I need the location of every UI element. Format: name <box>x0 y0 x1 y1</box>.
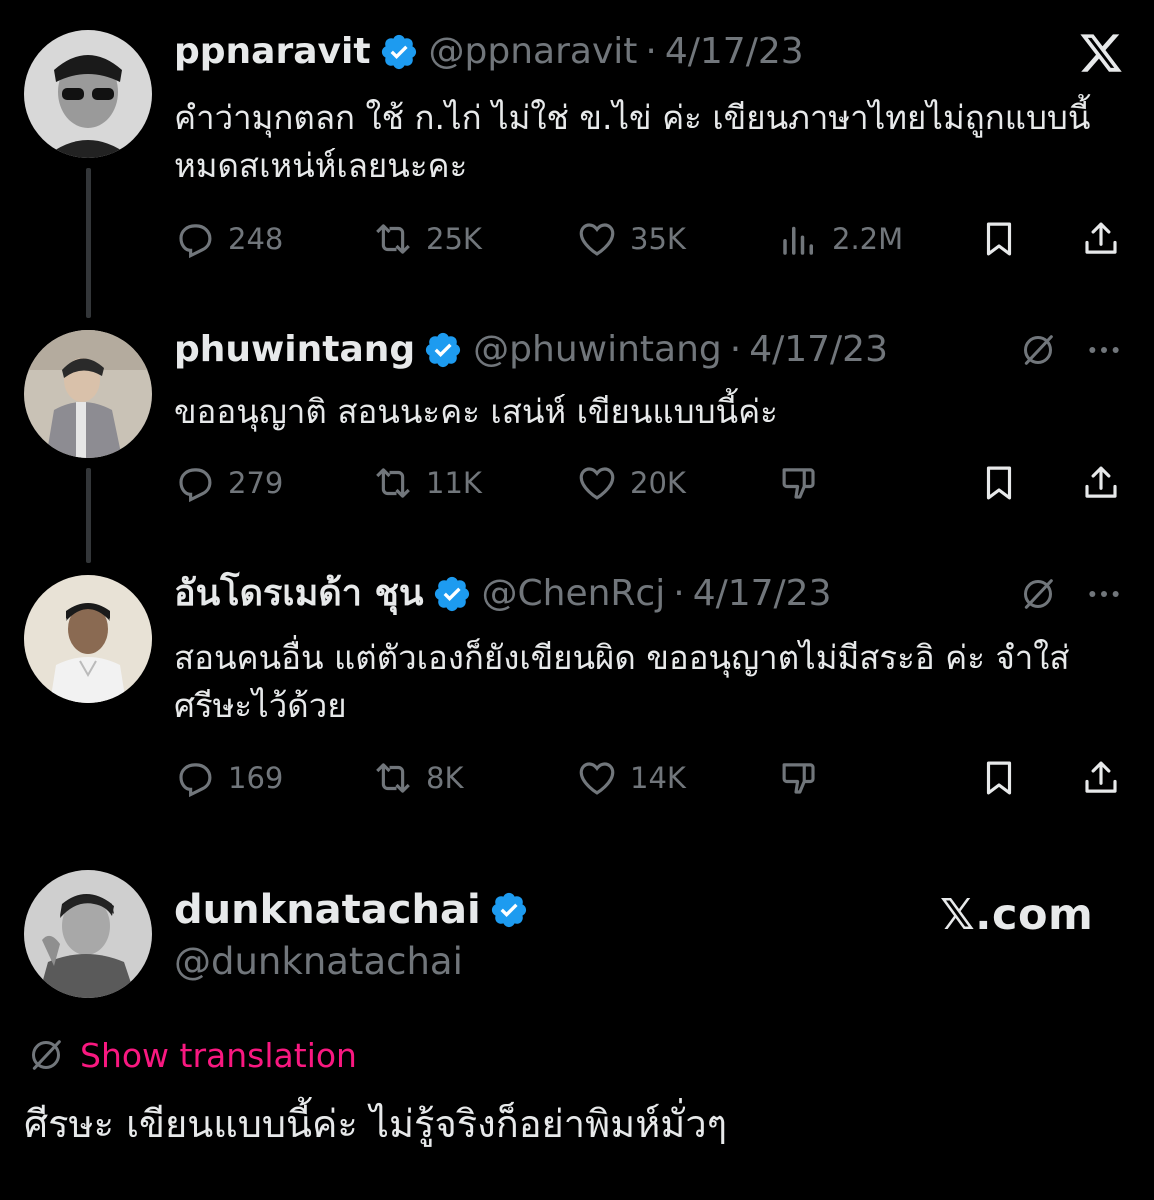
like-count: 14K <box>630 761 686 795</box>
repost-count: 25K <box>426 222 482 256</box>
tweet-header: อันโดรเมด้า ชุน @ChenRcj · 4/17/23 <box>174 572 831 616</box>
show-translation-button[interactable]: Show translation <box>26 1035 357 1075</box>
more-icon[interactable] <box>1084 330 1124 370</box>
tweet-actions: 169 8K 14K <box>174 754 1124 802</box>
avatar[interactable] <box>24 575 152 703</box>
repost-icon <box>376 763 410 793</box>
globe-icon <box>32 1040 61 1070</box>
repost-button[interactable]: 8K <box>372 754 463 802</box>
tweet-actions: 279 11K 20K <box>174 459 1124 507</box>
x-com-watermark: 𝕏.com <box>940 890 1094 940</box>
avatar-photo <box>24 870 152 998</box>
tweet-header: ppnaravit @ppnaravit · 4/17/23 <box>174 30 804 74</box>
share-icon <box>1085 222 1117 254</box>
separator: · <box>645 31 657 72</box>
tweet-text: คำว่ามุกตลก ใช้ ก.ไก่ ไม่ใช่ ข.ไข่ ค่ะ เ… <box>174 98 1091 185</box>
separator: · <box>673 573 685 614</box>
tweet-menu <box>1018 330 1124 370</box>
main-tweet-header: dunknatachai <box>174 887 539 933</box>
reply-count: 169 <box>228 761 284 795</box>
bookmark-icon <box>986 761 1012 795</box>
dislike-icon <box>782 468 815 499</box>
like-icon <box>579 467 615 500</box>
thread-line <box>86 168 91 318</box>
tweet-text: สอนคนอื่น แต่ตัวเองก็ยังเขียนผิด ขออนุญา… <box>174 638 1070 725</box>
reply-icon <box>179 224 212 259</box>
avatar[interactable] <box>24 30 152 158</box>
grok-icon[interactable] <box>1018 330 1058 370</box>
reply-button[interactable]: 279 <box>174 459 283 507</box>
share-button[interactable] <box>1080 754 1122 802</box>
tweet-text: ขออนุญาติ สอนนะคะ เสน่ห์ เขียนแบบนี้ค่ะ <box>174 392 778 431</box>
tweet-header: phuwintang @phuwintang · 4/17/23 <box>174 328 888 372</box>
handle[interactable]: @ppnaravit <box>429 30 638 74</box>
avatar-photo <box>24 30 152 158</box>
grok-icon[interactable] <box>1018 574 1058 614</box>
tweet-menu <box>1018 574 1124 614</box>
verified-icon <box>381 34 416 70</box>
thread-line <box>86 468 91 563</box>
timestamp[interactable]: 4/17/23 <box>665 30 804 74</box>
main-tweet-text: ศีรษะ เขียนแบบนี้ค่ะ ไม่รู้จริงก็อย่าพิม… <box>24 1102 728 1146</box>
more-icon[interactable] <box>1084 574 1124 614</box>
share-icon <box>1085 466 1117 498</box>
reply-count: 248 <box>228 222 284 256</box>
repost-button[interactable]: 25K <box>372 215 482 263</box>
tweet-actions: 248 25K 35K 2.2M <box>174 215 1124 263</box>
verified-icon <box>426 332 461 368</box>
avatar-photo <box>24 575 152 703</box>
display-name[interactable]: อันโดรเมด้า ชุน <box>174 572 424 616</box>
dislike-icon <box>782 763 815 794</box>
views-button[interactable]: 2.2M <box>778 215 903 263</box>
reply-button[interactable]: 169 <box>174 754 283 802</box>
display-name[interactable]: dunknatachai <box>174 887 481 933</box>
separator: · <box>729 329 742 370</box>
like-button[interactable]: 35K <box>576 215 686 263</box>
reply-button[interactable]: 248 <box>174 215 283 263</box>
bookmark-button[interactable] <box>978 459 1020 507</box>
avatar[interactable] <box>24 330 152 458</box>
reply-count: 279 <box>228 466 284 500</box>
bookmark-button[interactable] <box>978 754 1020 802</box>
repost-count: 11K <box>426 466 482 500</box>
repost-icon <box>376 224 410 254</box>
bookmark-icon <box>986 466 1012 500</box>
handle[interactable]: @ChenRcj <box>482 572 666 616</box>
handle[interactable]: @phuwintang <box>473 328 722 372</box>
views-count: 2.2M <box>832 222 904 256</box>
x-logo-icon[interactable] <box>1078 30 1124 76</box>
dislike-button[interactable] <box>778 754 820 802</box>
avatar[interactable] <box>24 870 152 998</box>
repost-icon <box>376 468 410 498</box>
like-button[interactable]: 20K <box>576 459 686 507</box>
bookmark-icon <box>986 222 1012 256</box>
handle[interactable]: @dunknatachai <box>174 940 463 983</box>
avatar-photo <box>24 330 152 458</box>
display-name[interactable]: ppnaravit <box>174 30 371 74</box>
reply-icon <box>179 468 212 503</box>
like-icon <box>579 762 615 795</box>
bookmark-button[interactable] <box>978 215 1020 263</box>
verified-icon <box>434 576 469 612</box>
share-icon <box>1085 761 1117 793</box>
like-button[interactable]: 14K <box>576 754 686 802</box>
share-button[interactable] <box>1080 459 1122 507</box>
like-icon <box>579 223 615 256</box>
repost-count: 8K <box>426 761 464 795</box>
share-button[interactable] <box>1080 215 1122 263</box>
like-count: 20K <box>630 466 686 500</box>
dislike-button[interactable] <box>778 459 820 507</box>
timestamp[interactable]: 4/17/23 <box>693 572 832 616</box>
views-icon <box>783 226 813 255</box>
verified-icon <box>491 892 526 928</box>
reply-icon <box>179 763 212 798</box>
like-count: 35K <box>630 222 686 256</box>
repost-button[interactable]: 11K <box>372 459 482 507</box>
show-translation-label: Show translation <box>80 1035 357 1075</box>
timestamp[interactable]: 4/17/23 <box>749 328 888 372</box>
display-name[interactable]: phuwintang <box>174 328 415 372</box>
